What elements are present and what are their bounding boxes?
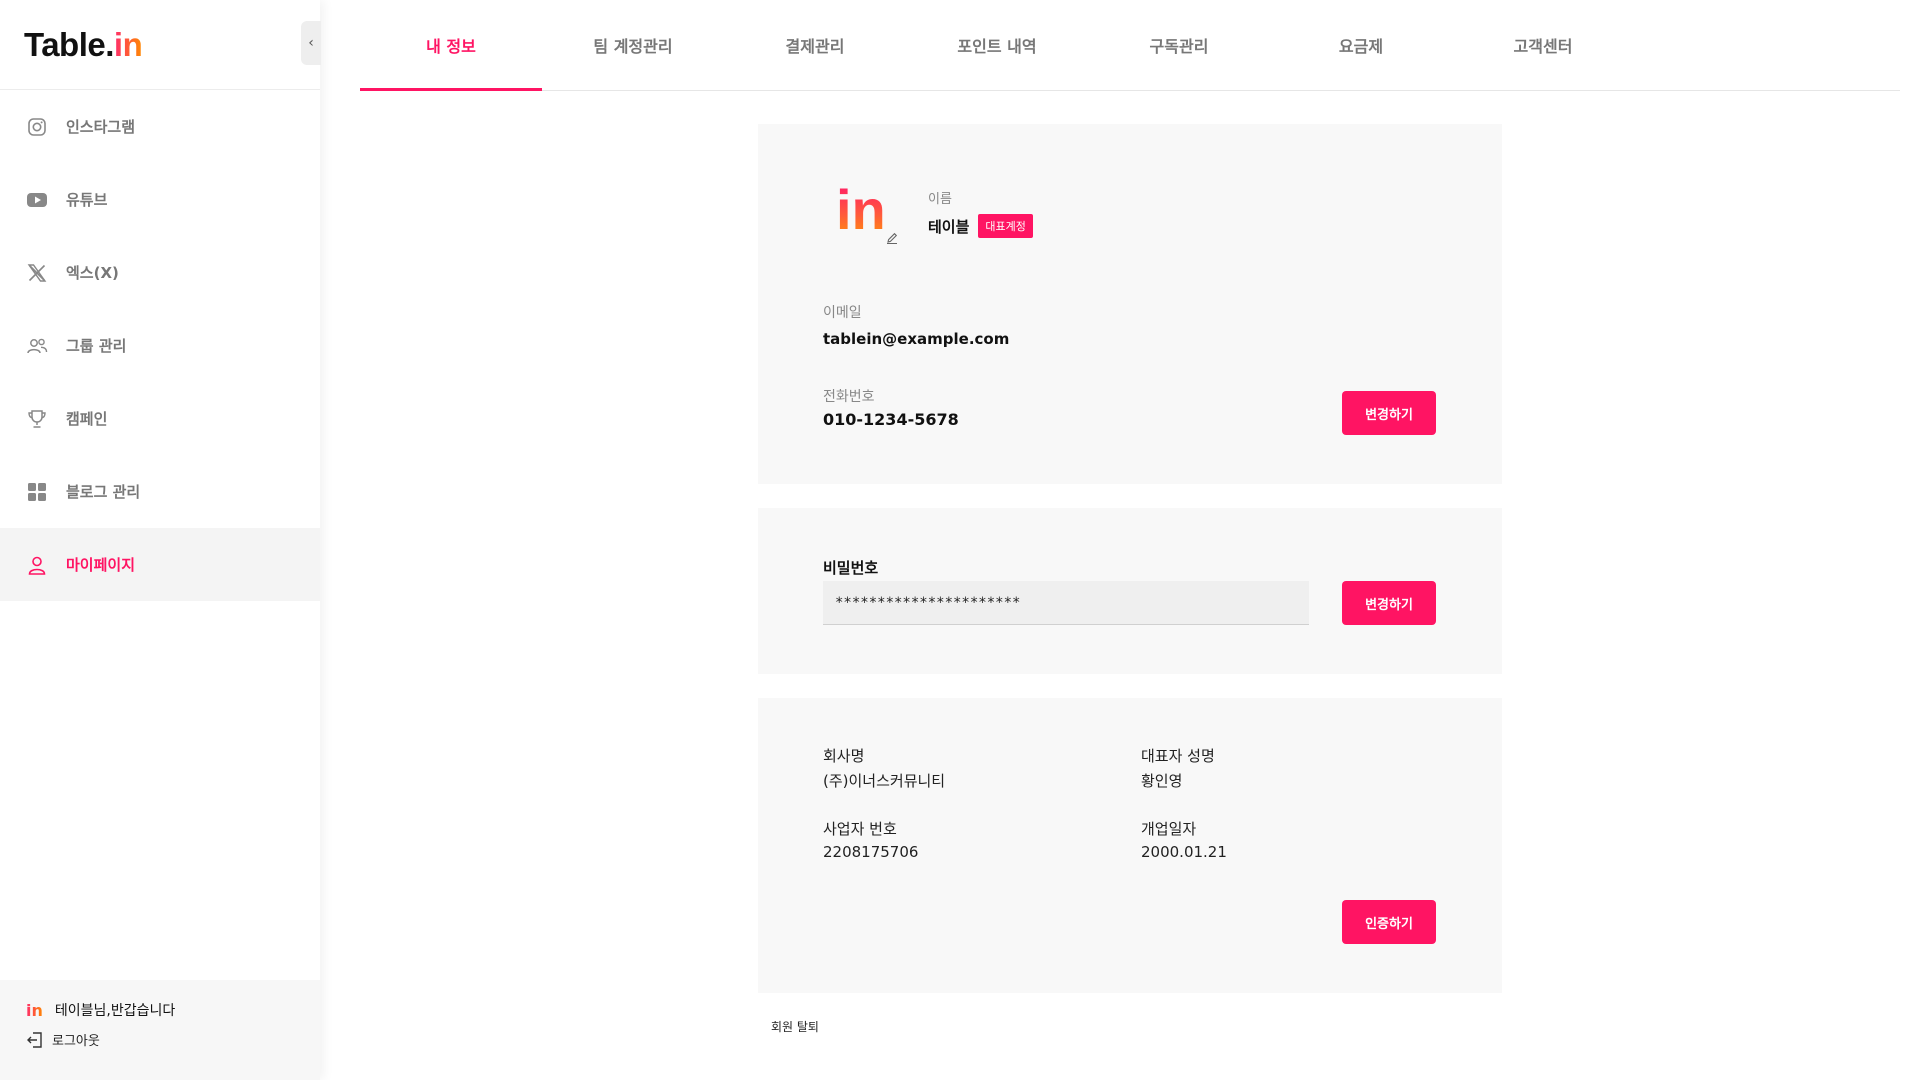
sidebar-collapse-button[interactable]: ‹ [301, 21, 321, 65]
sidebar-footer: in 테이블님,반갑습니다 로그아웃 [0, 980, 320, 1080]
tab-points[interactable]: 포인트 내역 [906, 0, 1088, 90]
sidebar-item-label: 캠페인 [66, 410, 108, 428]
logout-label: 로그아웃 [52, 1034, 100, 1049]
change-password-button[interactable]: 변경하기 [1342, 581, 1436, 625]
logout-icon [27, 1031, 42, 1048]
x-icon [26, 262, 48, 284]
password-label: 비밀번호 [823, 559, 879, 577]
sidebar-item-instagram[interactable]: 인스타그램 [0, 90, 320, 163]
tab-support[interactable]: 고객센터 [1452, 0, 1634, 90]
logo-area: Table.in ‹ [0, 0, 321, 90]
logout-button[interactable]: 로그아웃 [26, 1030, 294, 1049]
sidebar-item-blog[interactable]: 블로그 관리 [0, 455, 320, 528]
app-logo[interactable]: Table.in [24, 26, 143, 64]
profile-card: in 이름 테이블 대표계정 이메일 tablein@example.com 전… [758, 124, 1502, 484]
sidebar-item-x[interactable]: 엑스(X) [0, 236, 320, 309]
group-icon [26, 335, 48, 357]
company-name-label: 회사명 [823, 747, 865, 765]
user-icon [26, 554, 48, 576]
tab-payments[interactable]: 결제관리 [724, 0, 906, 90]
sidebar-item-campaign[interactable]: 캠페인 [0, 382, 320, 455]
name-row: 테이블 대표계정 [928, 214, 1033, 238]
mini-logo: in [26, 1000, 43, 1020]
business-number-label: 사업자 번호 [823, 820, 897, 838]
email-label: 이메일 [823, 305, 862, 321]
instagram-icon [26, 116, 48, 138]
sidebar-item-label: 엑스(X) [66, 264, 119, 282]
sidebar-nav: 인스타그램 유튜브 엑스(X) 그룹 관리 캠페인 블로그 관리 마이페이지 [0, 90, 320, 601]
top-tabs: 내 정보 팀 계정관리 결제관리 포인트 내역 구독관리 요금제 고객센터 [360, 0, 1900, 91]
sidebar-item-label: 블로그 관리 [66, 483, 141, 501]
sidebar-item-label: 유튜브 [66, 191, 108, 209]
name-value: 테이블 [928, 217, 970, 236]
phone-value: 010-1234-5678 [823, 410, 959, 429]
grid-icon [26, 481, 48, 503]
tab-team-accounts[interactable]: 팀 계정관리 [542, 0, 724, 90]
phone-label: 전화번호 [823, 389, 875, 405]
sidebar-item-label: 마이페이지 [66, 556, 136, 574]
tab-subscription[interactable]: 구독관리 [1088, 0, 1270, 90]
tab-my-info[interactable]: 내 정보 [360, 0, 542, 91]
open-date-label: 개업일자 [1141, 820, 1197, 838]
sidebar-item-group[interactable]: 그룹 관리 [0, 309, 320, 382]
chevron-left-icon: ‹ [308, 35, 314, 51]
email-value: tablein@example.com [823, 330, 1010, 348]
greeting: in 테이블님,반갑습니다 [26, 1000, 294, 1020]
sidebar-item-youtube[interactable]: 유튜브 [0, 163, 320, 236]
greeting-text: 테이블님,반갑습니다 [54, 1003, 176, 1019]
tab-pricing[interactable]: 요금제 [1270, 0, 1452, 90]
open-date-value: 2000.01.21 [1141, 843, 1227, 861]
business-number-value: 2208175706 [823, 843, 919, 861]
sidebar-item-label: 인스타그램 [66, 118, 136, 136]
verify-button[interactable]: 인증하기 [1342, 900, 1436, 944]
sidebar-item-mypage[interactable]: 마이페이지 [0, 528, 320, 601]
ceo-label: 대표자 성명 [1141, 747, 1215, 765]
name-label: 이름 [928, 192, 952, 207]
trophy-icon [26, 408, 48, 430]
password-field[interactable] [823, 581, 1309, 625]
primary-account-badge: 대표계정 [978, 214, 1033, 238]
youtube-icon [26, 189, 48, 211]
ceo-value: 황인영 [1141, 772, 1183, 790]
pencil-icon[interactable] [885, 231, 899, 245]
withdraw-link[interactable]: 회원 탈퇴 [771, 1018, 819, 1035]
company-name-value: (주)이너스커뮤니티 [823, 772, 946, 790]
sidebar-item-label: 그룹 관리 [66, 337, 127, 355]
password-card: 비밀번호 변경하기 [758, 508, 1502, 674]
change-phone-button[interactable]: 변경하기 [1342, 391, 1436, 435]
sidebar: Table.in ‹ 인스타그램 유튜브 엑스(X) 그룹 관리 캠페인 블로그… [0, 0, 321, 1080]
company-card: 회사명 (주)이너스커뮤니티 대표자 성명 황인영 사업자 번호 2208175… [758, 698, 1502, 993]
